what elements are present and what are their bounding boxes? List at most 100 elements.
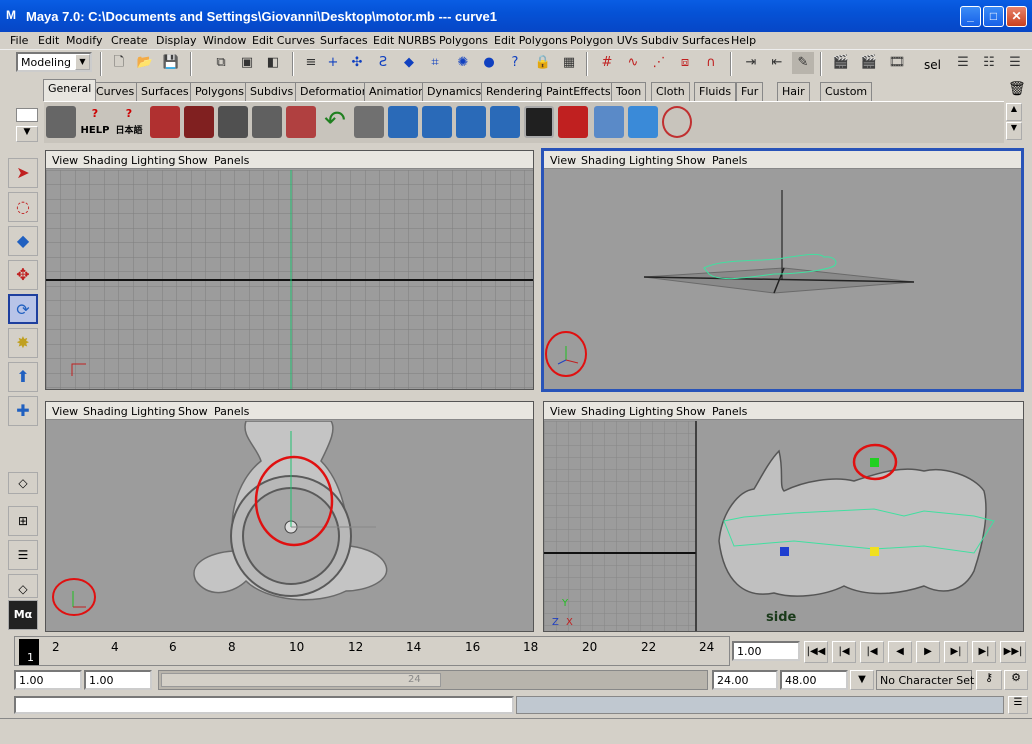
close-button[interactable]: ✕ bbox=[1006, 6, 1027, 27]
tab-curves[interactable]: Curves bbox=[91, 82, 140, 101]
vp-menu-view[interactable]: View bbox=[52, 405, 78, 418]
tool-settings-icon[interactable]: ☰ bbox=[1004, 52, 1026, 74]
vp-menu-shading[interactable]: Shading bbox=[581, 154, 626, 167]
clapperboard-icon[interactable] bbox=[46, 106, 76, 138]
construction-history-icon[interactable]: ✎ bbox=[792, 52, 814, 74]
output-ops-icon[interactable]: ⇤ bbox=[766, 52, 788, 74]
menu-create[interactable]: Create bbox=[111, 34, 148, 47]
render-icon[interactable]: 🎬 bbox=[830, 52, 852, 74]
manipulator-tool-icon[interactable]: ⬆ bbox=[8, 362, 38, 392]
tab-fluids[interactable]: Fluids bbox=[694, 82, 737, 101]
vp-menu-panels[interactable]: Panels bbox=[214, 154, 249, 167]
vp-menu-show[interactable]: Show bbox=[676, 154, 706, 167]
set-hierarchy-icon[interactable] bbox=[422, 106, 452, 138]
camera-tool-icon[interactable] bbox=[150, 106, 180, 138]
shelf-scroll-down[interactable]: ▼ bbox=[1006, 122, 1022, 140]
primitive-sphere-cube-icon[interactable] bbox=[594, 106, 624, 138]
tab-dynamics[interactable]: Dynamics bbox=[422, 82, 487, 101]
tab-subdivs[interactable]: Subdivs bbox=[245, 82, 299, 101]
channel-box-icon[interactable]: ☰ bbox=[952, 52, 974, 74]
filter-icon[interactable]: ≡ bbox=[300, 52, 322, 74]
menu-file[interactable]: File bbox=[10, 34, 28, 47]
character-set-field[interactable]: No Character Set bbox=[876, 670, 974, 690]
range-slider-handle[interactable]: 24 bbox=[161, 673, 441, 687]
vp-menu-show[interactable]: Show bbox=[178, 405, 208, 418]
make-live-icon[interactable]: ∩ bbox=[700, 52, 722, 74]
select-object-icon[interactable]: ▣ bbox=[236, 52, 258, 74]
select-tool-icon[interactable]: ➤ bbox=[8, 158, 38, 188]
camera-aim-icon[interactable] bbox=[184, 106, 214, 138]
menu-edit-polygons[interactable]: Edit Polygons bbox=[494, 34, 568, 47]
hypergraph-icon[interactable] bbox=[558, 106, 588, 138]
vp-menu-panels[interactable]: Panels bbox=[712, 154, 747, 167]
undo-arrow-icon[interactable]: ↶ bbox=[320, 106, 350, 138]
vp-menu-view[interactable]: View bbox=[52, 154, 78, 167]
last-tool-icon[interactable]: ✚ bbox=[8, 396, 38, 426]
select-component-icon[interactable]: ◧ bbox=[262, 52, 284, 74]
outliner-layout-icon[interactable]: ☰ bbox=[8, 540, 38, 570]
input-ops-icon[interactable]: ⇥ bbox=[740, 52, 762, 74]
tab-fur[interactable]: Fur bbox=[736, 82, 764, 101]
menu-polygon-uvs[interactable]: Polygon UVs bbox=[570, 34, 638, 47]
snap-grid-icon[interactable]: # bbox=[596, 52, 618, 74]
chevron-down-icon[interactable]: ▼ bbox=[75, 54, 90, 70]
render-globals-icon[interactable]: 🎞 bbox=[886, 52, 908, 74]
four-pane-layout-icon[interactable]: ⊞ bbox=[8, 506, 38, 536]
cylinder-icon[interactable] bbox=[354, 106, 384, 138]
auto-key-icon[interactable]: ⚷ bbox=[976, 670, 1002, 690]
menu-polygons[interactable]: Polygons bbox=[439, 34, 488, 47]
vp-menu-view[interactable]: View bbox=[550, 405, 576, 418]
help-shelf-button[interactable]: ? HELP bbox=[80, 106, 110, 138]
menu-edit[interactable]: Edit bbox=[38, 34, 59, 47]
vp-menu-shading[interactable]: Shading bbox=[83, 154, 128, 167]
step-back-frame-icon[interactable]: |◀ bbox=[860, 641, 884, 663]
save-scene-icon[interactable]: 💾 bbox=[160, 52, 182, 74]
current-time-field[interactable]: 1.00 bbox=[732, 641, 800, 661]
camera-aim-up-icon[interactable] bbox=[218, 106, 248, 138]
snap-curve-icon[interactable]: ∿ bbox=[622, 52, 644, 74]
tab-animation[interactable]: Animation bbox=[364, 82, 431, 101]
shelf-menu-toggle[interactable] bbox=[16, 108, 38, 122]
tab-hair[interactable]: Hair bbox=[777, 82, 810, 101]
highlight-selection-icon[interactable]: ▦ bbox=[558, 52, 580, 74]
set-group-icon[interactable] bbox=[456, 106, 486, 138]
vp-menu-panels[interactable]: Panels bbox=[214, 405, 249, 418]
time-slider[interactable]: 1 bbox=[14, 636, 730, 666]
playback-end-field[interactable]: 24.00 bbox=[712, 670, 778, 690]
go-to-end-icon[interactable]: ▶▶| bbox=[1000, 641, 1026, 663]
tab-rendering[interactable]: Rendering bbox=[481, 82, 548, 101]
tab-custom[interactable]: Custom bbox=[820, 82, 873, 101]
menu-modify[interactable]: Modify bbox=[66, 34, 102, 47]
range-slider-track[interactable]: 24 bbox=[158, 670, 708, 690]
shelf-scroll-up[interactable]: ▲ bbox=[1006, 103, 1022, 121]
character-set-dropdown-icon[interactable]: ▼ bbox=[850, 670, 874, 690]
ik-handle-icon[interactable] bbox=[286, 106, 316, 138]
move-tool-icon[interactable]: ✥ bbox=[8, 260, 38, 290]
menu-subdiv-surfaces[interactable]: Subdiv Surfaces bbox=[641, 34, 730, 47]
menu-window[interactable]: Window bbox=[203, 34, 246, 47]
menu-edit-nurbs[interactable]: Edit NURBS bbox=[373, 34, 436, 47]
ipr-render-icon[interactable]: 🎬 bbox=[858, 52, 880, 74]
vp-menu-panels[interactable]: Panels bbox=[712, 405, 747, 418]
select-surfaces-icon[interactable]: ◆ bbox=[398, 52, 420, 74]
single-pane-layout-icon[interactable]: ◇ bbox=[8, 472, 38, 494]
snap-view-plane-icon[interactable]: ⧈ bbox=[674, 52, 696, 74]
vp-menu-lighting[interactable]: Lighting bbox=[131, 154, 175, 167]
menu-help[interactable]: Help bbox=[731, 34, 756, 47]
vp-menu-shading[interactable]: Shading bbox=[581, 405, 626, 418]
play-backward-icon[interactable]: ◀ bbox=[888, 641, 912, 663]
attribute-editor-icon[interactable]: ☷ bbox=[978, 52, 1000, 74]
step-forward-frame-icon[interactable]: ▶| bbox=[944, 641, 968, 663]
vp-menu-shading[interactable]: Shading bbox=[83, 405, 128, 418]
vp-menu-show[interactable]: Show bbox=[178, 154, 208, 167]
set-parent-icon[interactable] bbox=[490, 106, 520, 138]
current-frame-marker[interactable]: 1 bbox=[19, 639, 39, 665]
select-curves-icon[interactable]: Ƨ bbox=[372, 52, 394, 74]
viewport-front[interactable]: View Shading Lighting Show Panels bbox=[45, 401, 534, 632]
minimize-button[interactable]: _ bbox=[960, 6, 981, 27]
vp-menu-lighting[interactable]: Lighting bbox=[629, 154, 673, 167]
viewport-perspective[interactable]: View Shading Lighting Show Panels bbox=[541, 148, 1024, 392]
vp-menu-view[interactable]: View bbox=[550, 154, 576, 167]
viewport-side[interactable]: View Shading Lighting Show Panels Y Z X … bbox=[543, 401, 1024, 632]
tab-painteffects[interactable]: PaintEffects bbox=[541, 82, 616, 101]
